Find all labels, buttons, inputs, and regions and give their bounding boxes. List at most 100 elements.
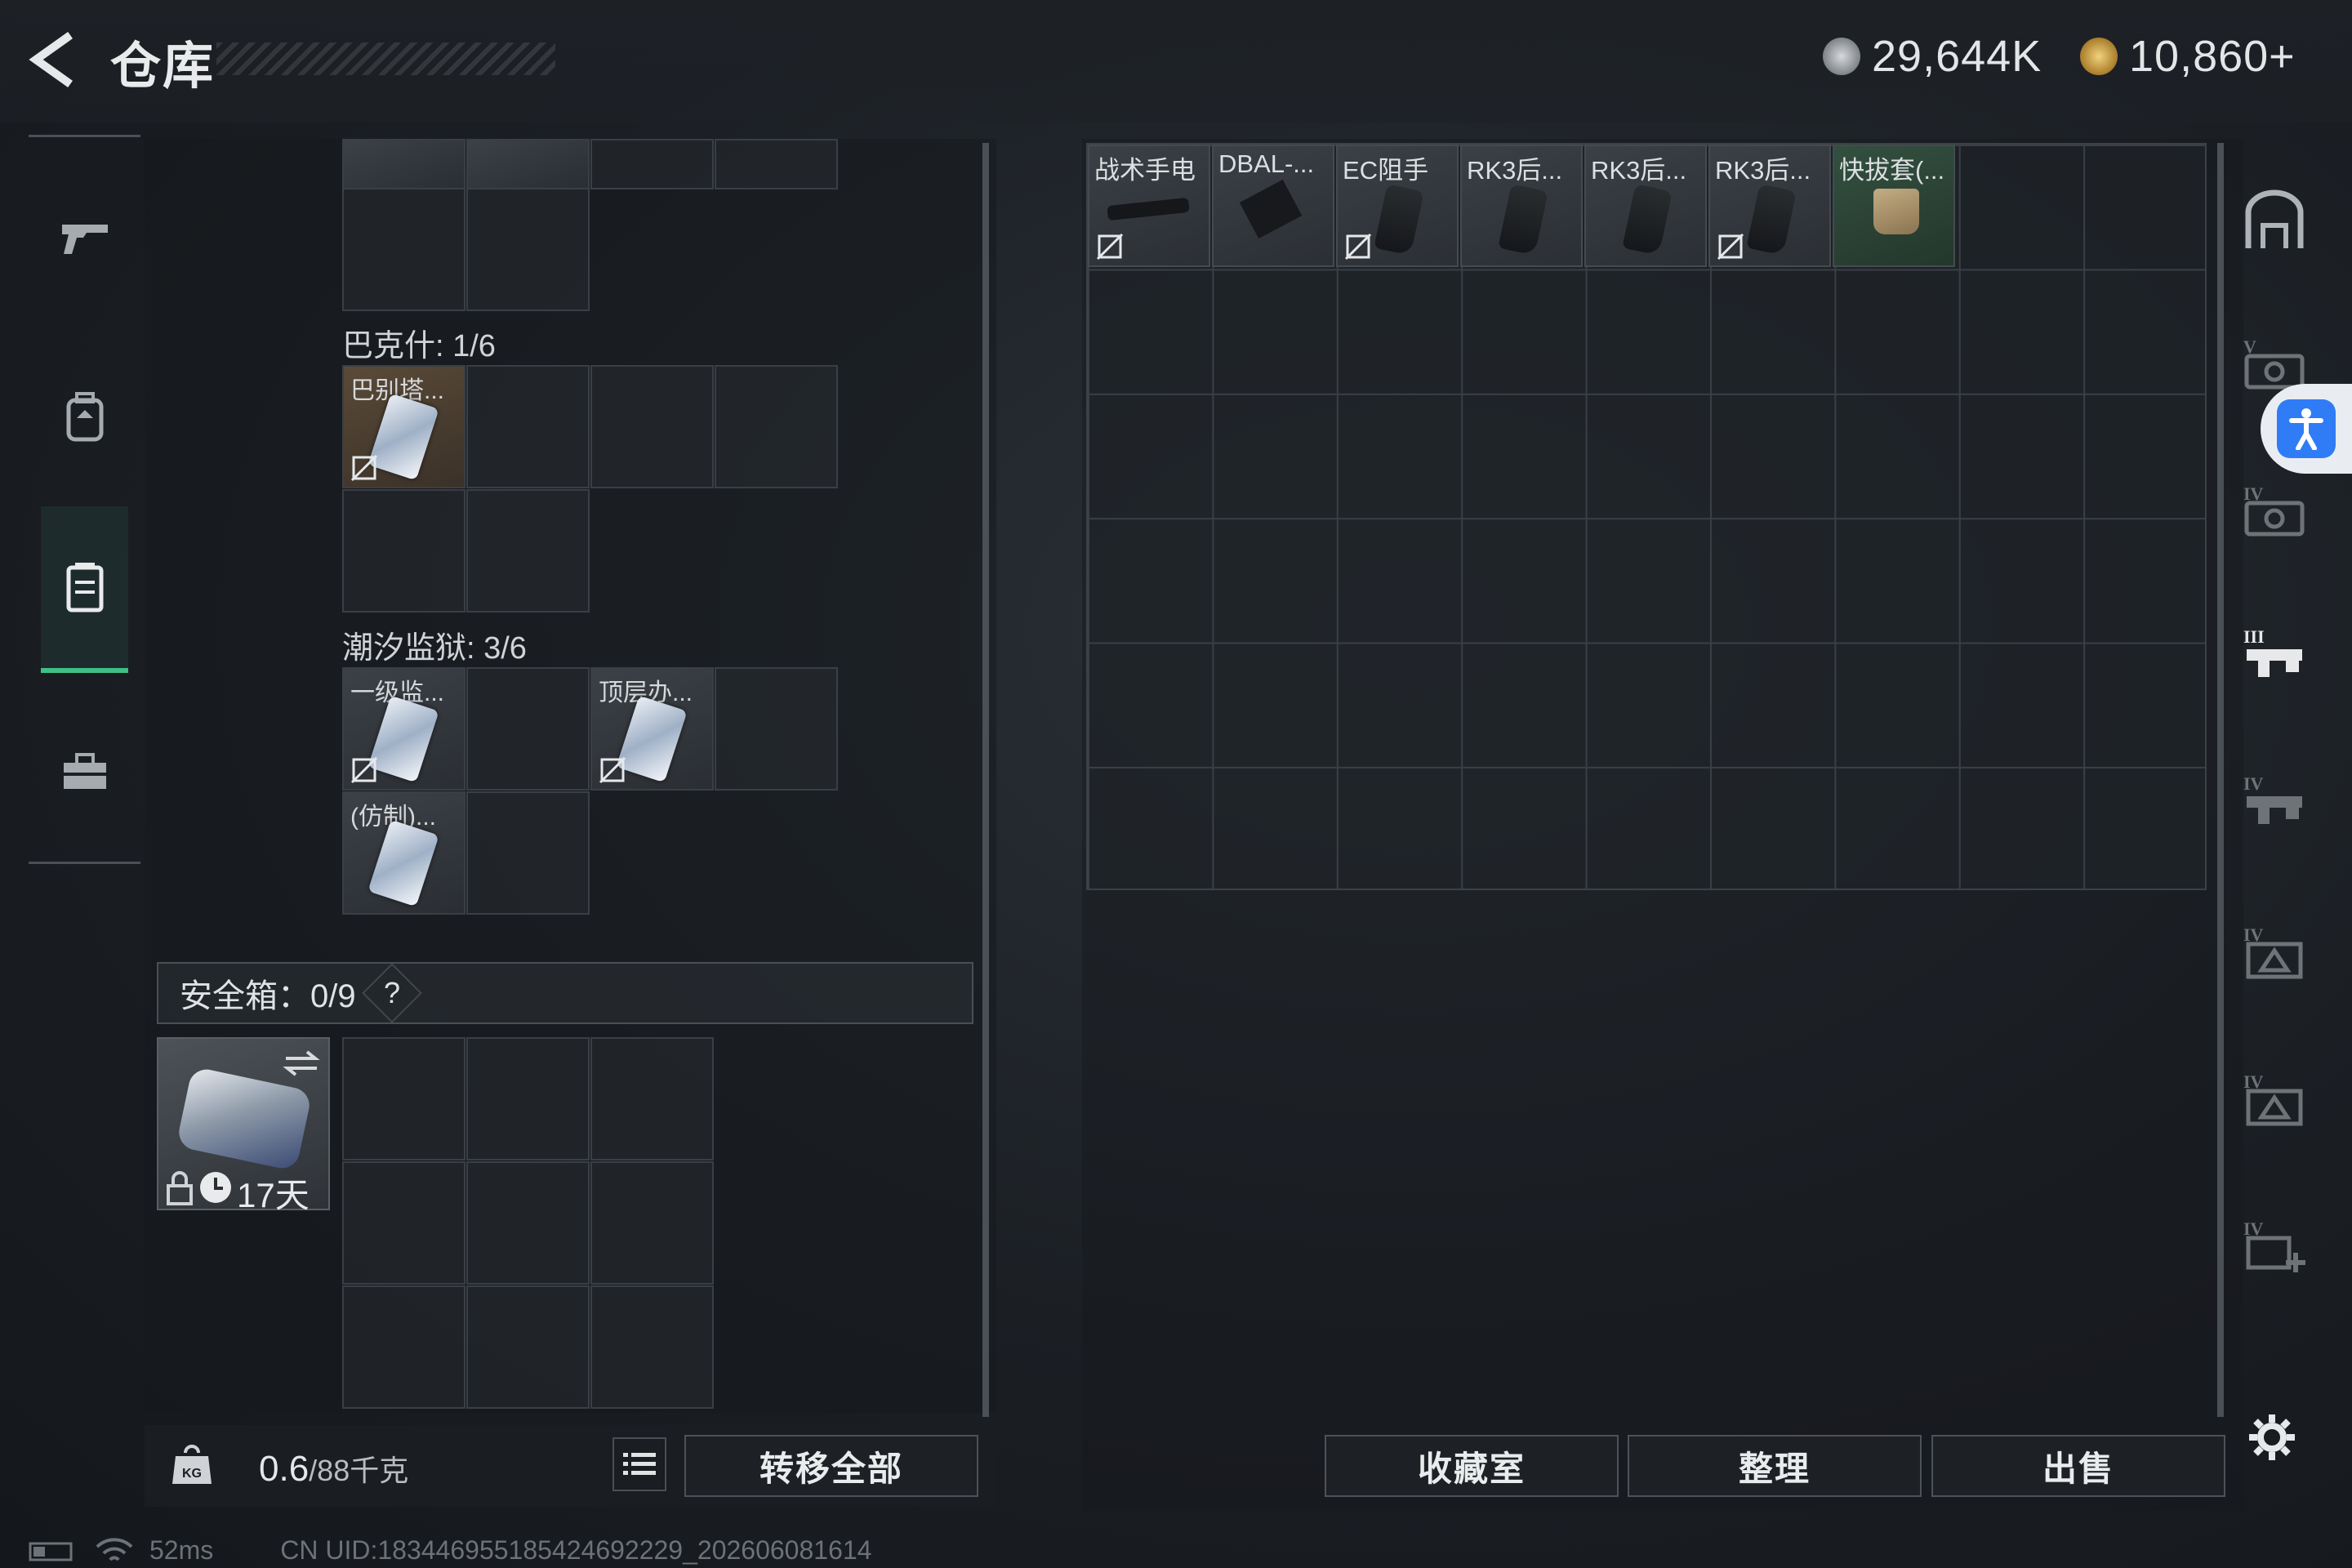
backpack-icon <box>66 392 103 442</box>
tab-supply-iv-2[interactable]: IV <box>2238 1062 2311 1135</box>
stash-item-label: DBAL-... <box>1218 149 1315 178</box>
safe-slot[interactable] <box>342 1037 466 1160</box>
grip-icon <box>1374 184 1424 256</box>
svg-text:IV: IV <box>2243 1218 2264 1239</box>
currency-gold[interactable]: 10,860+ <box>2080 31 2296 82</box>
tab-ammo-iv[interactable]: IV <box>2238 474 2311 547</box>
safe-slot[interactable] <box>466 1161 590 1285</box>
rail-vest[interactable] <box>41 506 128 673</box>
list-icon <box>623 1453 656 1475</box>
grid-cell <box>715 365 838 488</box>
rail-weapons[interactable] <box>41 155 128 318</box>
stash-item[interactable]: DBAL-... <box>1212 145 1334 267</box>
tab-armor[interactable] <box>2238 184 2311 257</box>
attachment-tab-icon: III <box>2243 626 2302 677</box>
tab-attachment-iv[interactable]: IV <box>2238 764 2311 837</box>
settings-gear-icon[interactable] <box>2247 1413 2296 1462</box>
safe-days: 17天 <box>237 1176 310 1214</box>
no-trade-icon <box>350 756 378 784</box>
svg-text:IV: IV <box>2243 924 2264 945</box>
no-trade-icon <box>1717 233 1744 261</box>
flashlight-icon <box>1107 197 1190 221</box>
stash-item[interactable]: RK3后... <box>1460 145 1583 267</box>
ammo-tab-icon: V <box>2243 336 2305 390</box>
rail-backpack[interactable] <box>41 335 128 498</box>
gun-icon <box>61 225 108 254</box>
armor-tab-icon <box>2245 189 2304 248</box>
safe-slot[interactable] <box>466 1037 590 1160</box>
key-item[interactable]: 一级监... <box>342 667 466 791</box>
organize-button[interactable]: 整理 <box>1628 1435 1922 1497</box>
attachment-tab-icon: IV <box>2243 773 2302 824</box>
uid-readout: CN UID:183446955185424692229_20260608161… <box>280 1535 872 1565</box>
currency-silver: 29,644K <box>1823 31 2042 82</box>
holster-icon <box>1873 189 1919 234</box>
transfer-all-button[interactable]: 转移全部 <box>684 1435 978 1497</box>
silver-amount: 29,644K <box>1872 32 2042 81</box>
wifi-icon <box>96 1537 133 1561</box>
swap-icon[interactable] <box>281 1047 322 1080</box>
stash-item[interactable]: RK3后... <box>1708 145 1831 267</box>
rail-divider <box>29 862 140 864</box>
key-item[interactable]: 巴别塔... <box>342 365 466 488</box>
grid-cell <box>590 139 714 189</box>
stash-item[interactable]: 快拔套(... <box>1833 145 1955 267</box>
section-label: 巴克什: 1/6 <box>342 329 496 363</box>
gold-amount: 10,860+ <box>2129 32 2296 81</box>
grid-cell <box>466 667 590 791</box>
left-scrollbar[interactable] <box>982 143 989 1417</box>
silver-coin-icon <box>1823 38 1860 75</box>
grip-icon <box>1498 184 1548 256</box>
sell-button[interactable]: 出售 <box>1931 1435 2225 1497</box>
safe-container[interactable]: 17天 <box>157 1037 330 1214</box>
stash-item[interactable]: RK3后... <box>1584 145 1707 267</box>
keycard-icon <box>368 819 439 907</box>
medical-tab-icon: IV <box>2243 1218 2305 1272</box>
accessibility-icon <box>2289 408 2323 450</box>
clock-icon <box>200 1172 231 1203</box>
section-label: 潮汐监狱: 3/6 <box>342 631 527 666</box>
right-scrollbar[interactable] <box>2217 143 2224 1417</box>
rail-toolbox[interactable] <box>41 690 128 853</box>
safe-header: 安全箱：0/9 ? <box>157 962 973 1024</box>
no-trade-icon <box>599 756 626 784</box>
back-arrow-icon[interactable] <box>24 31 82 88</box>
svg-text:V: V <box>2243 336 2256 357</box>
grip-icon <box>1746 184 1797 256</box>
tab-attachment-iii[interactable]: III <box>2238 617 2311 690</box>
weight-icon: KG <box>172 1445 212 1484</box>
stash-item[interactable]: EC阻手 <box>1336 145 1459 267</box>
keycard-icon <box>368 695 439 783</box>
help-icon[interactable]: ? <box>361 963 422 1023</box>
list-view-button[interactable] <box>612 1437 666 1491</box>
grid-cell <box>466 791 590 915</box>
collection-room-button[interactable]: 收藏室 <box>1325 1435 1619 1497</box>
tab-supply-iv[interactable]: IV <box>2238 915 2311 988</box>
keycard-icon <box>368 393 439 481</box>
weight-readout: 0.6/88千克 <box>259 1447 408 1490</box>
accessibility-icon-box <box>2277 399 2336 458</box>
grid-cell <box>590 365 714 488</box>
key-item[interactable]: 顶层办... <box>590 667 714 791</box>
grid-cell <box>466 188 590 311</box>
no-trade-icon <box>1344 233 1372 261</box>
status-bar: 52ms CN UID:183446955185424692229_202606… <box>29 1535 871 1566</box>
rail-divider <box>29 135 140 137</box>
stash-item-label: 快拔套(... <box>1839 156 1945 185</box>
left-rail <box>29 135 140 870</box>
page-title: 仓库 <box>110 38 216 95</box>
safe-slot[interactable] <box>342 1161 466 1285</box>
grid-cell <box>342 188 466 311</box>
no-trade-icon <box>350 454 378 482</box>
safe-slot[interactable] <box>466 1285 590 1409</box>
accessibility-button[interactable] <box>2261 384 2352 474</box>
keycard-icon <box>616 695 688 783</box>
safe-slot[interactable] <box>342 1285 466 1409</box>
stash-item-label: RK3后... <box>1591 156 1687 185</box>
tab-medical-iv[interactable]: IV <box>2238 1209 2311 1282</box>
safe-slot[interactable] <box>590 1037 714 1160</box>
stash-item[interactable]: 战术手电 <box>1088 145 1210 267</box>
safe-slot[interactable] <box>590 1285 714 1409</box>
safe-slot[interactable] <box>590 1161 714 1285</box>
key-item[interactable]: (仿制)... <box>342 791 466 915</box>
